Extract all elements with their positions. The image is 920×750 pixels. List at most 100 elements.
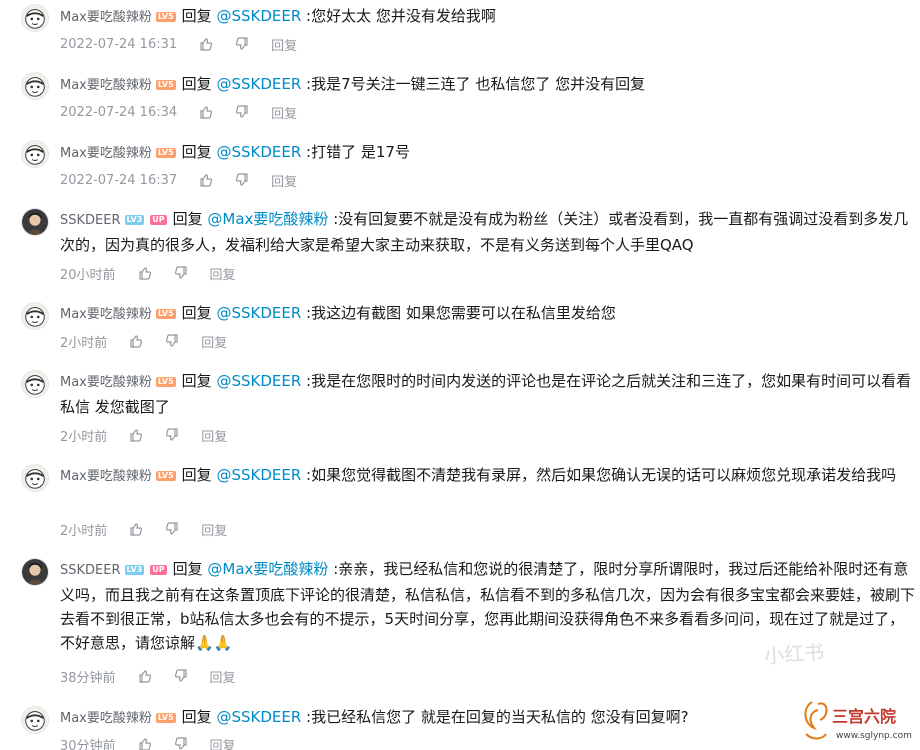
ninja-avatar[interactable] [21, 706, 49, 734]
timestamp: 30分钟前 [60, 738, 116, 750]
reply-content: Max要吃酸辣粉 LV5 回复 @SSKDEER :我是在您限时的时间内发送的评论也… [60, 369, 916, 419]
thumb-up-icon[interactable] [199, 37, 213, 51]
reply-verb: 回复 [181, 304, 212, 322]
reply-content: Max要吃酸辣粉 LV5 回复 @SSKDEER :打错了 是17号 [60, 140, 916, 166]
portrait-avatar[interactable] [21, 558, 49, 586]
reply-meta: 2022-07-24 16:34 回复 [60, 103, 297, 122]
mention-link[interactable]: @SSKDEER [216, 304, 301, 322]
username[interactable]: Max要吃酸辣粉 [60, 146, 152, 161]
thumb-up-icon[interactable] [138, 669, 152, 683]
username[interactable]: SSKDEER [60, 563, 121, 578]
mention-link[interactable]: @SSKDEER [216, 75, 301, 93]
ninja-avatar[interactable] [21, 140, 49, 168]
ninja-avatar[interactable] [21, 4, 49, 32]
thumb-down-icon[interactable] [174, 737, 188, 750]
mention-link[interactable]: @SSKDEER [216, 708, 301, 726]
timestamp: 2022-07-24 16:31 [60, 36, 178, 52]
thumb-up-icon[interactable] [199, 105, 213, 119]
thumb-down-icon[interactable] [165, 334, 179, 348]
reply-button[interactable]: 回复 [210, 735, 236, 750]
reply-button[interactable]: 回复 [201, 332, 227, 351]
reply-verb: 回复 [181, 143, 212, 161]
reply-meta: 2022-07-24 16:37 回复 [60, 171, 297, 190]
reply-content: Max要吃酸辣粉 LV5 回复 @SSKDEER :您好太太 您并没有发给我啊 [60, 4, 916, 30]
level-badge: LV5 [155, 377, 176, 387]
timestamp: 2022-07-24 16:34 [60, 104, 178, 120]
mention-link[interactable]: @Max要吃酸辣粉 [207, 210, 328, 228]
thumb-up-icon[interactable] [129, 428, 143, 442]
level-badge: LV5 [155, 713, 176, 723]
ninja-avatar[interactable] [21, 464, 49, 492]
reply-button[interactable]: 回复 [271, 171, 297, 190]
thumb-down-icon[interactable] [165, 428, 179, 442]
mention-link[interactable]: @SSKDEER [216, 7, 301, 25]
thumb-down-icon[interactable] [235, 105, 249, 119]
reply-text: :我这边有截图 如果您需要可以在私信里发给您 [306, 304, 616, 322]
up-badge: UP [150, 565, 167, 575]
thumb-up-icon[interactable] [138, 737, 152, 750]
level-badge: LV5 [155, 80, 176, 90]
reply-meta: 2022-07-24 16:31 回复 [60, 35, 297, 54]
ninja-avatar[interactable] [21, 72, 49, 100]
username[interactable]: SSKDEER [60, 213, 121, 228]
level-badge: LV3 [124, 565, 145, 575]
timestamp: 2小时前 [60, 335, 108, 351]
portrait-avatar[interactable] [21, 208, 49, 236]
thumb-down-icon[interactable] [165, 522, 179, 536]
reply-verb: 回复 [172, 210, 203, 228]
username[interactable]: Max要吃酸辣粉 [60, 307, 152, 322]
timestamp: 2小时前 [60, 523, 108, 539]
mention-link[interactable]: @SSKDEER [216, 466, 301, 484]
timestamp: 38分钟前 [60, 670, 116, 686]
mention-link[interactable]: @SSKDEER [216, 143, 301, 161]
reply-button[interactable]: 回复 [210, 667, 236, 686]
reply-meta: 20小时前 回复 [60, 264, 236, 283]
level-badge: LV5 [155, 309, 176, 319]
username[interactable]: Max要吃酸辣粉 [60, 375, 152, 390]
reply-button[interactable]: 回复 [271, 35, 297, 54]
reply-meta: 2小时前 回复 [60, 520, 227, 539]
reply-meta: 2小时前 回复 [60, 426, 227, 445]
reply-text: :我是7号关注一键三连了 也私信您了 您并没有回复 [306, 75, 646, 93]
reply-verb: 回复 [181, 372, 212, 390]
thumb-up-icon[interactable] [129, 522, 143, 536]
reply-button[interactable]: 回复 [201, 520, 227, 539]
up-badge: UP [150, 215, 167, 225]
mention-link[interactable]: @Max要吃酸辣粉 [207, 560, 328, 578]
username[interactable]: Max要吃酸辣粉 [60, 10, 152, 25]
level-badge: LV5 [155, 471, 176, 481]
reply-button[interactable]: 回复 [201, 426, 227, 445]
thumb-up-icon[interactable] [138, 266, 152, 280]
reply-text: :我已经私信您了 就是在回复的当天私信的 您没有回复啊? [306, 708, 689, 726]
reply-content: Max要吃酸辣粉 LV5 回复 @SSKDEER :我这边有截图 如果您需要可以在私… [60, 301, 916, 327]
mention-link[interactable]: @SSKDEER [216, 372, 301, 390]
thumb-up-icon[interactable] [129, 334, 143, 348]
site-url: www.sglynp.com [836, 731, 912, 741]
ninja-avatar[interactable] [21, 370, 49, 398]
reply-content: Max要吃酸辣粉 LV5 回复 @SSKDEER :我已经私信您了 就是在回复的当天… [60, 705, 916, 731]
reply-verb: 回复 [172, 560, 203, 578]
site-logo: 三宫六院 www.sglynp.com [804, 701, 912, 741]
username[interactable]: Max要吃酸辣粉 [60, 469, 152, 484]
reply-verb: 回复 [181, 7, 212, 25]
reply-meta: 2小时前 回复 [60, 332, 227, 351]
reply-text: :如果您觉得截图不清楚我有录屏，然后如果您确认无误的话可以麻烦您兑现承诺发给我吗 [306, 466, 897, 484]
thumb-up-icon[interactable] [199, 173, 213, 187]
level-badge: LV5 [155, 148, 176, 158]
ninja-avatar[interactable] [21, 302, 49, 330]
reply-button[interactable]: 回复 [271, 103, 297, 122]
thumb-down-icon[interactable] [235, 173, 249, 187]
level-badge: LV3 [124, 215, 145, 225]
level-badge: LV5 [155, 12, 176, 22]
reply-content: SSKDEER LV3 UP 回复 @Max要吃酸辣粉 :没有回复要不就是没有成为粉丝… [60, 207, 916, 257]
reply-button[interactable]: 回复 [210, 264, 236, 283]
thumb-down-icon[interactable] [174, 669, 188, 683]
timestamp: 2小时前 [60, 429, 108, 445]
reply-content: Max要吃酸辣粉 LV5 回复 @SSKDEER :我是7号关注一键三连了 也私信您… [60, 72, 916, 98]
username[interactable]: Max要吃酸辣粉 [60, 711, 152, 726]
username[interactable]: Max要吃酸辣粉 [60, 78, 152, 93]
thumb-down-icon[interactable] [235, 37, 249, 51]
timestamp: 20小时前 [60, 267, 116, 283]
reply-text: :打错了 是17号 [306, 143, 410, 161]
thumb-down-icon[interactable] [174, 266, 188, 280]
